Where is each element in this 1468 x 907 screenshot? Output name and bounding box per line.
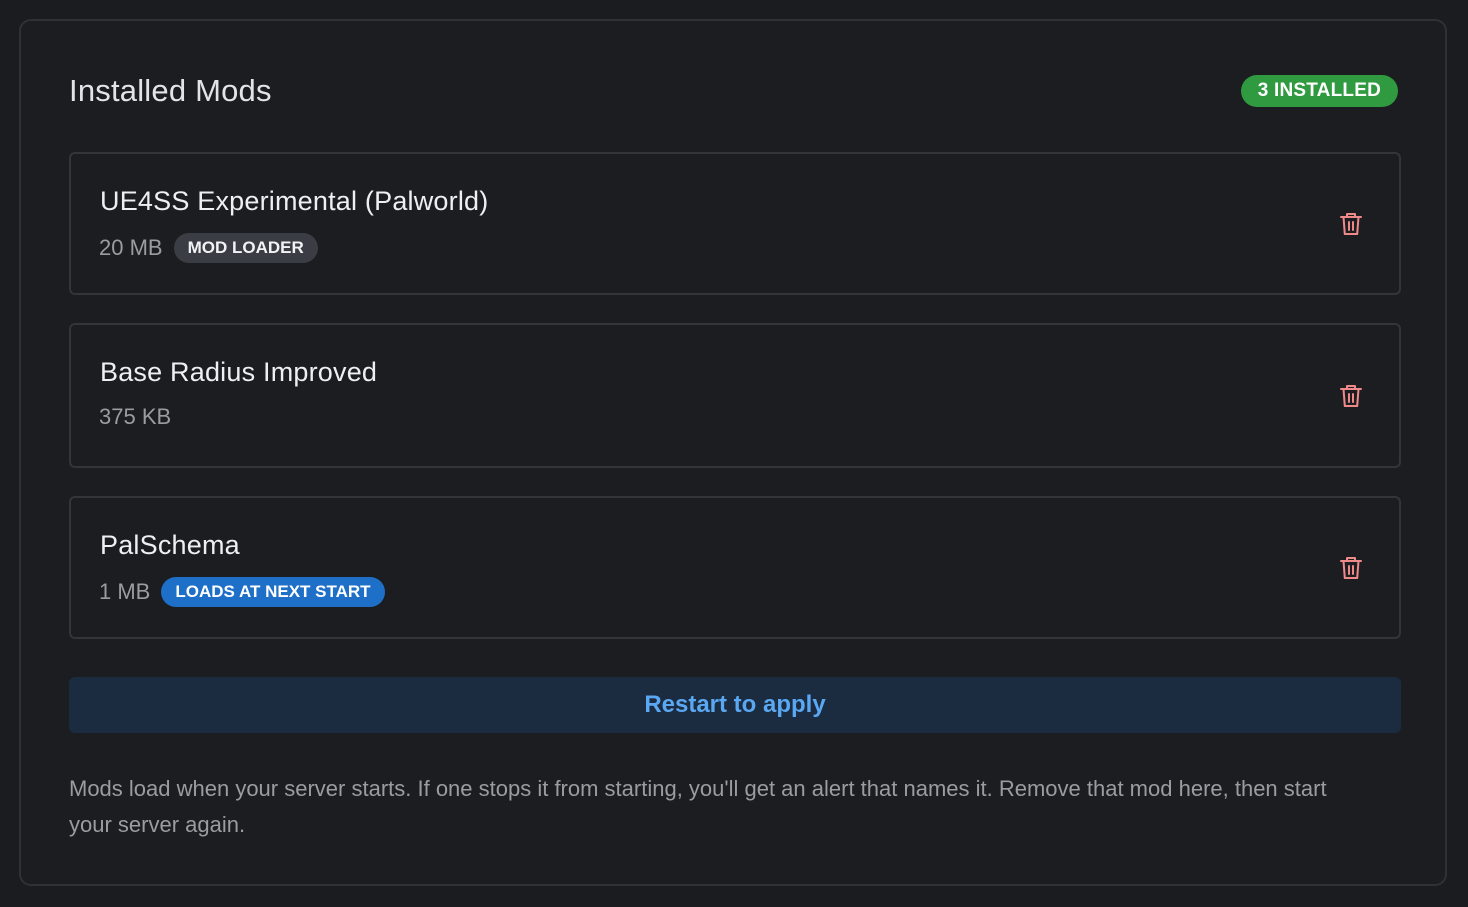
mod-loader-tag: MOD LOADER xyxy=(173,233,318,263)
trash-icon[interactable] xyxy=(1339,383,1363,409)
installed-mods-panel: Installed Mods 3 INSTALLED UE4SS Experim… xyxy=(19,19,1447,886)
trash-icon[interactable] xyxy=(1339,555,1363,581)
mod-size: 375 KB xyxy=(99,404,172,429)
mod-meta: 375 KB xyxy=(99,404,171,430)
trash-icon[interactable] xyxy=(1339,211,1363,237)
panel-title: Installed Mods xyxy=(69,73,272,108)
loads-next-start-tag: LOADS AT NEXT START xyxy=(161,577,385,607)
mod-name: Base Radius Improved xyxy=(100,357,378,387)
mod-size: 1 MB xyxy=(99,579,151,604)
mod-meta: 1 MB LOADS AT NEXT START xyxy=(99,577,385,607)
mod-card-base-radius: Base Radius Improved 375 KB xyxy=(69,323,1401,468)
mod-name: PalSchema xyxy=(100,530,240,560)
mod-size: 20 MB xyxy=(99,235,163,260)
installed-count-badge: 3 INSTALLED xyxy=(1240,75,1398,107)
mod-meta: 20 MB MOD LOADER xyxy=(99,233,318,263)
mod-card-ue4ss: UE4SS Experimental (Palworld) 20 MB MOD … xyxy=(69,152,1401,295)
mod-name: UE4SS Experimental (Palworld) xyxy=(100,186,489,216)
help-text: Mods load when your server starts. If on… xyxy=(69,776,1327,837)
mod-card-palschema: PalSchema 1 MB LOADS AT NEXT START xyxy=(69,496,1401,639)
restart-to-apply-button[interactable]: Restart to apply xyxy=(69,677,1401,733)
